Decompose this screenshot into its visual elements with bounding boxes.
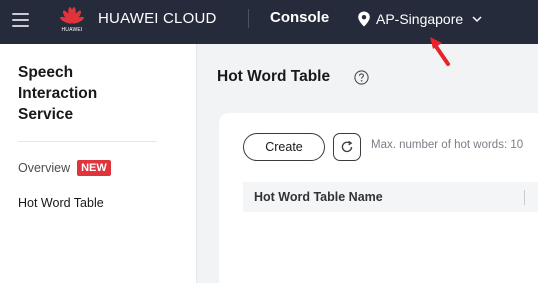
topbar-divider [248,9,249,28]
refresh-button[interactable] [333,133,361,161]
location-pin-icon [358,11,370,27]
chevron-down-icon [472,16,482,23]
table-header: Hot Word Table Name [243,182,538,212]
help-icon[interactable] [354,70,369,85]
region-label: AP-Singapore [376,11,464,27]
refresh-icon [341,140,353,153]
new-badge: NEW [77,160,111,176]
sidebar-divider [18,141,157,142]
service-title: Speech Interaction Service [18,64,98,123]
logo-text: HUAWEI [61,27,83,33]
region-selector[interactable]: AP-Singapore [357,8,483,30]
menu-icon[interactable] [10,9,34,31]
sidebar-item-overview[interactable]: Overview NEW [18,160,111,176]
max-hot-words-info: Max. number of hot words: 10 [371,139,524,151]
red-arrow-annotation [430,37,450,66]
column-header-hot-word-table-name[interactable]: Hot Word Table Name [254,190,383,204]
sidebar: Speech Interaction Service Overview NEW … [0,44,197,283]
sidebar-item-label: Hot Word Table [18,196,104,210]
console-link[interactable]: Console [270,9,329,26]
page-title: Hot Word Table [217,68,331,85]
sidebar-item-hot-word-table[interactable]: Hot Word Table [18,196,104,210]
top-nav-bar: HUAWEI HUAWEI CLOUD Console AP-Singapore [0,0,538,44]
column-separator [524,190,525,205]
brand-name[interactable]: HUAWEI CLOUD [98,10,217,27]
create-button[interactable]: Create [243,133,325,161]
sidebar-item-label: Overview [18,161,71,175]
